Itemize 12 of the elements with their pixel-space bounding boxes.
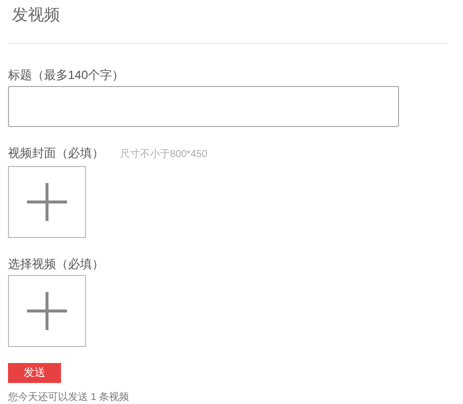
upload-button[interactable] [8, 275, 86, 347]
plus-icon [27, 183, 67, 221]
field-label: 选择视频（必填） [8, 257, 105, 271]
field-label: 视频封面（必填） [8, 146, 104, 160]
send-button[interactable]: 发送 [8, 363, 61, 383]
plus-icon [27, 292, 67, 330]
page-title: 发视频 [11, 6, 61, 26]
upload-button[interactable] [8, 166, 86, 238]
quota-note: 您今天还可以发送 1 条视频 [8, 392, 130, 404]
title-input[interactable] [8, 86, 399, 127]
size-hint: 尺寸不小于800*450 [120, 148, 208, 162]
field-label: 标题（最多140个字） [8, 68, 126, 82]
